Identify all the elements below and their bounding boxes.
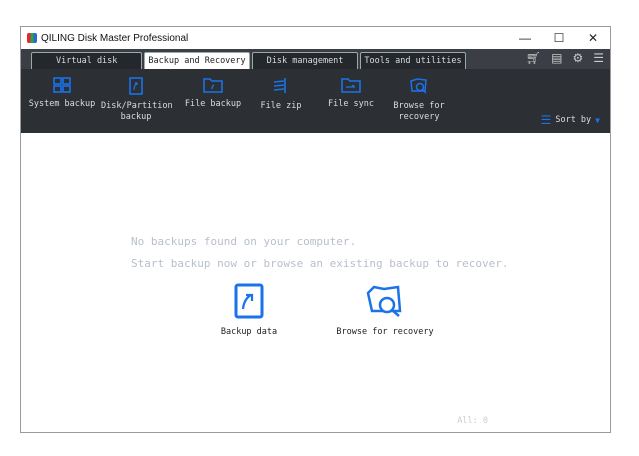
- system-backup-button[interactable]: System backup: [27, 77, 97, 110]
- toolbar: System backup Disk/Partition backup File…: [21, 69, 610, 133]
- folder-backup-icon: [203, 78, 223, 93]
- backup-data-button[interactable]: Backup data: [211, 283, 287, 337]
- file-sync-button[interactable]: File sync: [316, 77, 386, 110]
- sort-by-dropdown[interactable]: ☰ Sort by ▼: [541, 113, 600, 127]
- maximize-button[interactable]: ☐: [542, 27, 576, 49]
- menu-icon[interactable]: ☰: [593, 51, 604, 65]
- disk-partition-backup-button[interactable]: Disk/Partition backup: [101, 77, 173, 123]
- chevron-down-icon: ▼: [595, 115, 600, 125]
- tab-tools-utilities[interactable]: Tools and utilities: [360, 52, 466, 69]
- window-title: QILING Disk Master Professional: [41, 32, 189, 44]
- folder-search-icon: [366, 285, 402, 317]
- title-bar: QILING Disk Master Professional — ☐ ✕: [21, 27, 610, 49]
- gear-icon[interactable]: ⚙: [572, 51, 583, 65]
- windows-grid-icon: [53, 77, 71, 93]
- folder-sync-icon: [341, 78, 361, 93]
- minimize-button[interactable]: —: [508, 27, 542, 49]
- browse-for-recovery-button[interactable]: Browse for recovery: [331, 283, 439, 337]
- disk-backup-icon: [129, 77, 143, 95]
- list-icon: ☰: [540, 113, 552, 127]
- empty-hint: Start backup now or browse an existing b…: [131, 257, 509, 270]
- folder-search-icon: [410, 78, 427, 94]
- zip-icon: [273, 78, 286, 93]
- app-logo-icon: [27, 33, 37, 43]
- tab-bar: Virtual disk Backup and Recovery Disk ma…: [21, 49, 610, 69]
- file-backup-button[interactable]: File backup: [178, 77, 248, 110]
- tab-disk-management[interactable]: Disk management: [251, 52, 359, 69]
- tab-virtual-disk[interactable]: Virtual disk: [31, 52, 143, 69]
- browse-recovery-button[interactable]: Browse for recovery: [384, 77, 454, 123]
- notes-icon[interactable]: ▤: [551, 51, 562, 65]
- cart-icon[interactable]: 🛒︎: [526, 51, 541, 65]
- file-zip-button[interactable]: File zip: [246, 77, 316, 112]
- app-window: QILING Disk Master Professional — ☐ ✕ Vi…: [20, 26, 611, 433]
- empty-message: No backups found on your computer.: [131, 235, 357, 248]
- tab-backup-recovery[interactable]: Backup and Recovery: [144, 52, 250, 69]
- backup-data-icon: [234, 283, 264, 319]
- backup-count: All: 0: [457, 416, 488, 426]
- close-button[interactable]: ✕: [576, 27, 610, 49]
